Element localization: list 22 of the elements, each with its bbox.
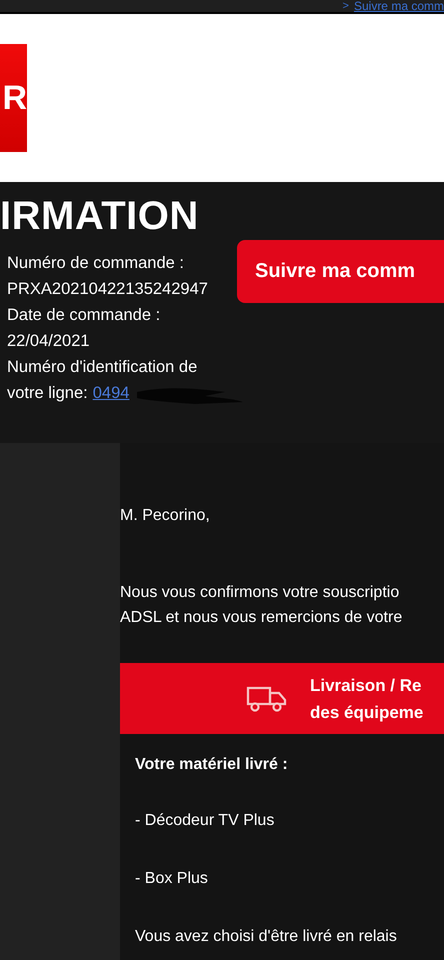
line-number-link[interactable]: 0494 bbox=[92, 380, 130, 406]
order-label: votre ligne: bbox=[7, 383, 88, 404]
order-value: PRXA20210422135242947 bbox=[7, 279, 208, 300]
banner-title: des équipeme bbox=[310, 702, 424, 724]
body-text: ADSL et nous vous remercions de votre bbox=[120, 608, 404, 628]
body-text: Nous vous confirmons votre souscriptio bbox=[120, 583, 400, 603]
truck-icon bbox=[246, 684, 288, 712]
banner-title: Livraison / Re bbox=[310, 674, 422, 696]
equipment-item: - Décodeur TV Plus bbox=[135, 812, 276, 830]
equipment-item: - Box Plus bbox=[135, 870, 209, 888]
order-label: Date de commande : bbox=[7, 305, 162, 326]
order-value: 22/04/2021 bbox=[7, 331, 91, 352]
order-label: Numéro d'identification de bbox=[7, 357, 198, 378]
track-order-button[interactable]: Suivre ma comm bbox=[237, 240, 444, 303]
page-title: IRMATION bbox=[0, 194, 200, 238]
section-heading: Votre matériel livré : bbox=[135, 756, 289, 774]
delivery-note: Vous avez choisi d'être livré en relais bbox=[135, 928, 398, 946]
order-label: Numéro de commande : bbox=[7, 253, 185, 274]
logo: R bbox=[0, 44, 27, 152]
track-order-link[interactable]: Suivre ma comm bbox=[354, 0, 444, 12]
arrow-text: > bbox=[342, 0, 349, 12]
greeting-text: M. Pecorino, bbox=[120, 506, 211, 526]
